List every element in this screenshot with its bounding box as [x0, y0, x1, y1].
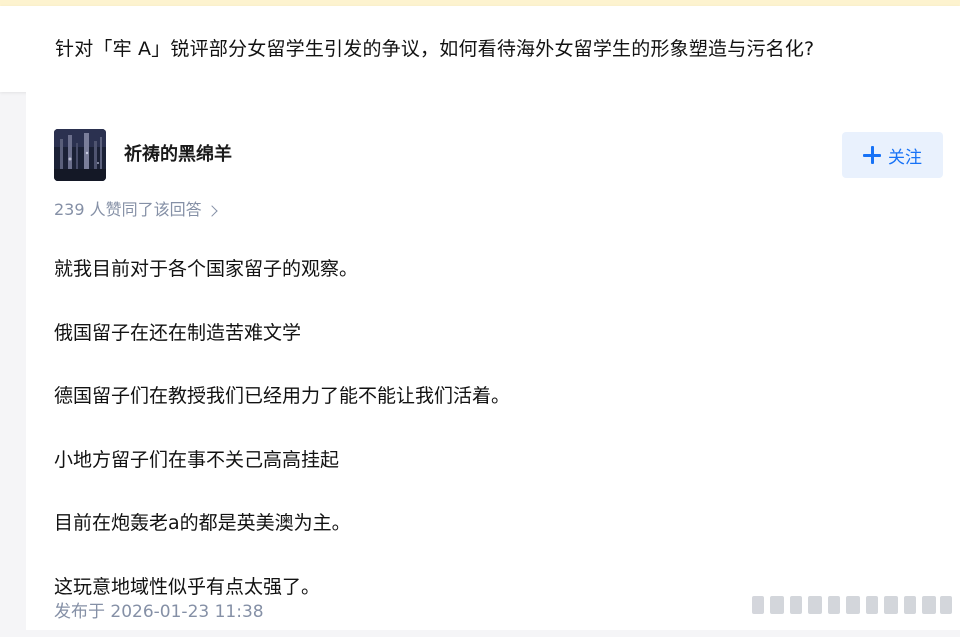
- answer-paragraph: 小地方留子们在事不关己高高挂起: [54, 448, 340, 471]
- chevron-right-icon: [205, 204, 218, 217]
- vote-summary-text: 239 人赞同了该回答: [54, 200, 202, 219]
- answer-paragraph: 目前在炮轰老a的都是英美澳为主。: [54, 512, 351, 534]
- watermark-logo-icon: [752, 596, 952, 614]
- publish-time[interactable]: 发布于 2026-01-23 11:38: [54, 601, 264, 623]
- vote-summary-link[interactable]: 239 人赞同了该回答: [54, 199, 218, 221]
- follow-button[interactable]: 关注: [842, 132, 943, 178]
- follow-button-label: 关注: [888, 147, 922, 168]
- answer-content: 就我目前对于各个国家留子的观察。 俄国留子在还在制造苦难文学 德国留子们在教授我…: [54, 256, 914, 637]
- author-name[interactable]: 祈祷的黑绵羊: [124, 143, 232, 167]
- answer-paragraph: 德国留子们在教授我们已经用力了能不能让我们活着。: [54, 385, 511, 407]
- question-header: 针对「牢 A」锐评部分女留学生引发的争议，如何看待海外女留学生的形象塑造与污名化…: [0, 6, 960, 92]
- avatar-image-icon: [54, 129, 106, 181]
- question-title[interactable]: 针对「牢 A」锐评部分女留学生引发的争议，如何看待海外女留学生的形象塑造与污名化…: [55, 36, 814, 62]
- plus-icon: [863, 146, 881, 164]
- answer-paragraph: 就我目前对于各个国家留子的观察。: [54, 258, 359, 280]
- author-avatar[interactable]: [54, 129, 106, 181]
- answer-card: 祈祷的黑绵羊 关注 239 人赞同了该回答 就我目前对于各个国家留子的观察。 俄…: [26, 92, 960, 630]
- answer-paragraph: 俄国留子在还在制造苦难文学: [54, 321, 302, 344]
